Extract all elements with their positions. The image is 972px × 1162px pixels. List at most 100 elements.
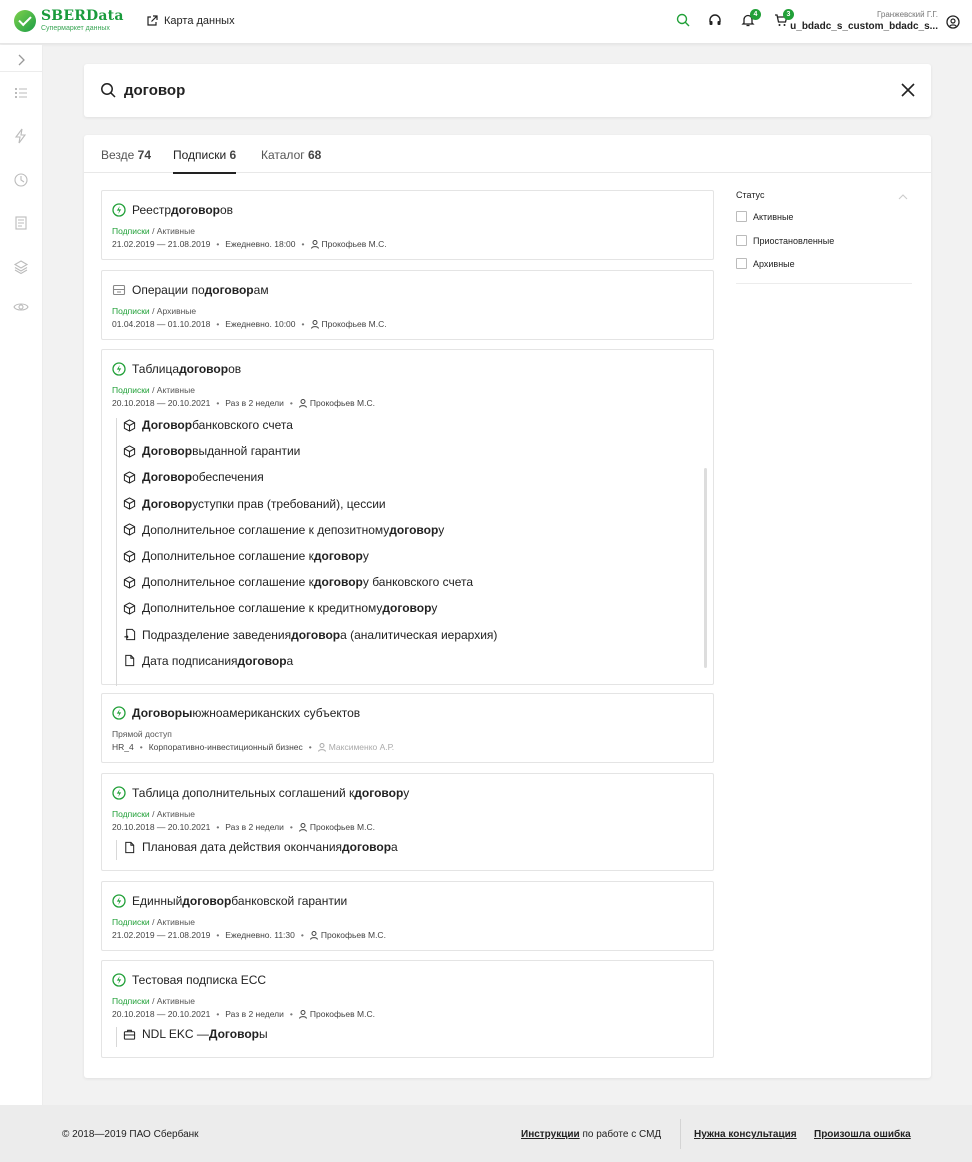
meta-owner: Максименко А.Р. xyxy=(317,742,394,752)
person-icon xyxy=(298,398,307,408)
sub-item[interactable]: Договор обеспечения xyxy=(123,470,264,484)
search-button[interactable] xyxy=(676,13,690,30)
scrollbar[interactable] xyxy=(704,468,707,668)
breadcrumb-category[interactable]: Прямой доступ xyxy=(112,729,172,739)
result-card[interactable]: Тестовая подписка ЕСС Подписки / Активные… xyxy=(101,960,714,1058)
close-icon[interactable] xyxy=(901,83,915,97)
result-title[interactable]: Операции по договор ам xyxy=(112,283,269,297)
breadcrumb-category[interactable]: Подписки xyxy=(112,385,150,395)
result-title[interactable]: Таблица дополнительных соглашений к дого… xyxy=(112,786,409,800)
highlight-text: Договор xyxy=(142,444,193,459)
chevron-up-icon[interactable] xyxy=(898,192,908,202)
sub-item[interactable]: Договор выданной гарантии xyxy=(123,444,300,458)
person-icon xyxy=(298,822,307,832)
sub-item[interactable]: Дата подписания договор а xyxy=(123,654,293,668)
separator-dot: • xyxy=(289,822,293,832)
consultation-link[interactable]: Нужна консультация xyxy=(694,1129,797,1140)
subscription-active-icon xyxy=(112,362,126,376)
sidebar-item-list[interactable] xyxy=(13,85,29,101)
result-card[interactable]: Реестр договор ов Подписки / Активные 21.02… xyxy=(101,190,714,260)
result-breadcrumb: Подписки / Активные xyxy=(112,226,195,236)
user-menu-button[interactable] xyxy=(946,15,960,32)
sidebar-item-documents[interactable] xyxy=(13,215,29,231)
breadcrumb-category[interactable]: Подписки xyxy=(112,809,150,819)
tab-subscriptions[interactable]: Подписки 6 xyxy=(173,148,237,174)
breadcrumb-category[interactable]: Подписки xyxy=(112,306,150,316)
owner-name: Прокофьев М.С. xyxy=(309,398,375,408)
notifications-button[interactable]: 4 xyxy=(741,9,761,30)
tab-catalog[interactable]: Каталог 68 xyxy=(261,148,321,162)
checkbox[interactable] xyxy=(736,235,747,246)
sub-item[interactable]: Договор уступки прав (требований), цесси… xyxy=(123,497,386,511)
data-map-link[interactable]: Карта данных xyxy=(146,15,235,27)
separator-dot: • xyxy=(139,742,143,752)
support-button[interactable] xyxy=(708,13,722,30)
copyright: © 2018—2019 ПАО Сбербанк xyxy=(62,1129,199,1140)
breadcrumb-status: / Активные xyxy=(152,385,195,395)
sub-item[interactable]: Дополнительное соглашение к договор у бан… xyxy=(123,575,473,589)
table-cube-icon xyxy=(123,418,136,432)
checkbox[interactable] xyxy=(736,211,747,222)
sub-item[interactable]: Дополнительное соглашение к депозитному … xyxy=(123,523,444,537)
person-icon xyxy=(317,742,326,752)
filter-option-suspended[interactable]: Приостановленные xyxy=(736,235,834,246)
headset-icon xyxy=(709,14,721,25)
breadcrumb-category[interactable]: Подписки xyxy=(112,226,150,236)
result-title[interactable]: Таблица договор ов xyxy=(112,362,241,376)
user-login: u_bdadc_s_custom_bdadc_s... xyxy=(790,21,938,32)
sub-item[interactable]: Дополнительное соглашение к договор у xyxy=(123,549,369,563)
result-title[interactable]: Реестр договор ов xyxy=(112,203,233,217)
result-card[interactable]: Таблица договор ов Подписки / Активные 20.1… xyxy=(101,349,714,686)
highlight-text: договор xyxy=(382,601,432,616)
breadcrumb-category[interactable]: Подписки xyxy=(112,917,150,927)
result-meta: 21.02.2019 — 21.08.2019 • Ежедневно. 11:30… xyxy=(112,930,386,940)
title-text: а xyxy=(391,840,398,854)
data-map-label: Карта данных xyxy=(164,15,235,27)
logo-subtitle: Супермаркет данных xyxy=(41,25,110,32)
sidebar-item-layers[interactable] xyxy=(13,259,29,275)
breadcrumb-status: / Активные xyxy=(152,809,195,819)
result-card[interactable]: Таблица дополнительных соглашений к дого… xyxy=(101,773,714,871)
meta-schedule: Корпоративно-инвестиционный бизнес xyxy=(148,742,303,752)
breadcrumb-category[interactable]: Подписки xyxy=(112,996,150,1006)
search-bar[interactable]: договор xyxy=(84,64,931,117)
result-card[interactable]: Договоры южноамериканских субъектов Прямо… xyxy=(101,693,714,763)
sidebar-item-history[interactable] xyxy=(13,172,29,188)
meta-owner: Прокофьев М.С. xyxy=(298,1009,375,1019)
meta-schedule: Раз в 2 недели xyxy=(225,398,284,408)
logo[interactable]: SBERData Супермаркет данных xyxy=(14,9,124,32)
highlight-text: договор xyxy=(237,653,287,668)
filter-option-archived[interactable]: Архивные xyxy=(736,258,795,269)
sub-item[interactable]: NDL EKC — Договор ы xyxy=(123,1027,268,1041)
sidebar-item-subscriptions[interactable] xyxy=(13,128,29,144)
sidebar-expand-button[interactable] xyxy=(13,52,29,68)
highlight-text: Договор xyxy=(142,470,193,485)
owner-name: Прокофьев М.С. xyxy=(321,319,387,329)
sub-item[interactable]: Дополнительное соглашение к кредитному д… xyxy=(123,601,437,615)
result-title[interactable]: Единный договор банковской гарантии xyxy=(112,894,347,908)
instructions-link[interactable]: Инструкции xyxy=(521,1129,580,1140)
sidebar-item-view[interactable] xyxy=(13,299,29,315)
result-card[interactable]: Операции по договор ам Подписки / Архивные… xyxy=(101,270,714,340)
result-title[interactable]: Договоры южноамериканских субъектов xyxy=(112,706,360,720)
title-text: ам xyxy=(253,283,269,297)
cart-button[interactable]: 3 xyxy=(774,9,794,30)
sub-item[interactable]: Договор банковского счета xyxy=(123,418,293,432)
title-text: Операции по xyxy=(132,283,205,297)
filter-option-label: Архивные xyxy=(753,258,795,269)
report-error-link[interactable]: Произошла ошибка xyxy=(814,1129,911,1140)
sub-item[interactable]: Плановая дата действия окончания договор… xyxy=(123,840,398,854)
result-title[interactable]: Тестовая подписка ЕСС xyxy=(112,973,266,987)
highlight-text: договор xyxy=(179,362,229,376)
filter-option-active[interactable]: Активные xyxy=(736,211,793,222)
divider xyxy=(680,1119,681,1149)
sub-item[interactable]: Подразделение заведения договор а (аналит… xyxy=(123,628,497,642)
result-card[interactable]: Единный договор банковской гарантии Подпи… xyxy=(101,881,714,951)
search-input[interactable]: договор xyxy=(124,82,185,99)
clock-icon xyxy=(14,173,28,187)
search-icon xyxy=(101,83,116,98)
user-info[interactable]: Гранжевский Г.Г. u_bdadc_s_custom_bdadc_… xyxy=(790,10,938,32)
tab-everywhere[interactable]: Везде 74 xyxy=(101,148,151,162)
checkbox[interactable] xyxy=(736,258,747,269)
table-cube-icon xyxy=(123,576,136,589)
